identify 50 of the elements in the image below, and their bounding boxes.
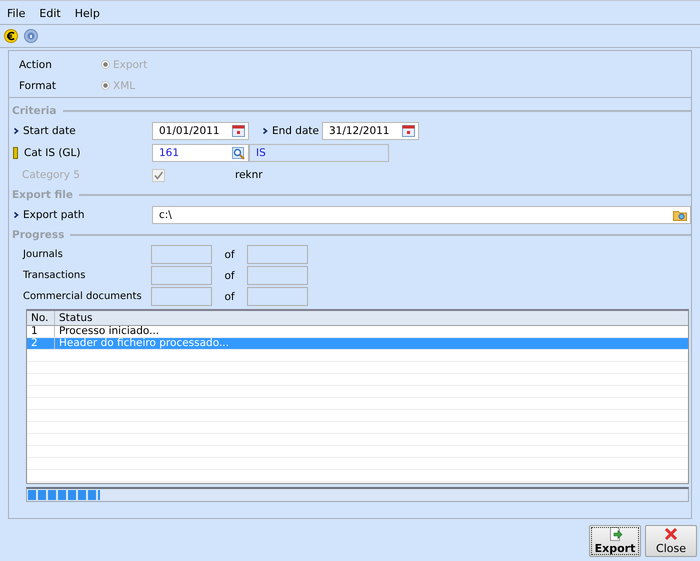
section-title: Progress xyxy=(12,229,64,241)
field-label: Category 5 xyxy=(21,169,80,181)
column-header[interactable]: Status xyxy=(55,311,688,325)
description-field: IS xyxy=(249,144,389,162)
calendar-icon[interactable] xyxy=(232,125,245,137)
field-label: Start date xyxy=(23,125,76,137)
path-field[interactable]: c:\ xyxy=(152,206,691,224)
date-field[interactable]: 01/01/2011 xyxy=(152,122,249,140)
count-field xyxy=(151,266,212,285)
field-label: Action xyxy=(18,58,53,70)
menu-item[interactable]: Help xyxy=(74,6,100,20)
lookup-field[interactable]: 161 xyxy=(152,144,249,162)
menu-item[interactable]: Edit xyxy=(39,6,61,20)
count-field xyxy=(247,287,308,306)
chevron-icon[interactable] xyxy=(262,127,268,135)
date-field[interactable]: 31/12/2011 xyxy=(322,122,419,140)
field-label: of xyxy=(223,270,236,282)
chevron-icon[interactable] xyxy=(13,211,19,219)
field-label: Journals xyxy=(22,249,64,260)
calendar-icon[interactable] xyxy=(402,125,415,137)
close-button[interactable]: Close xyxy=(645,525,697,557)
close-icon[interactable] xyxy=(664,527,678,541)
table-cell-text: Processo iniciado... xyxy=(58,326,160,337)
export-button[interactable]: Export xyxy=(589,525,641,557)
menu-item[interactable]: File xyxy=(7,6,26,20)
help-icon[interactable] xyxy=(24,29,38,43)
field-label: Cat IS (GL) xyxy=(24,147,80,159)
table-cell: 2 xyxy=(27,338,55,349)
field-label: Transactions xyxy=(22,270,86,281)
field-label: End date xyxy=(272,125,319,137)
field-label: of xyxy=(223,248,236,260)
search-icon[interactable] xyxy=(232,146,245,160)
table-cell: 1 xyxy=(27,326,55,337)
euro-icon[interactable] xyxy=(4,29,18,43)
folder-icon[interactable] xyxy=(673,209,687,221)
count-field xyxy=(247,245,308,264)
section-title: Criteria xyxy=(12,105,56,117)
field-label: of xyxy=(223,290,236,302)
table-cell-text: Header do ficheiro processado... xyxy=(58,338,230,349)
count-field xyxy=(151,287,212,306)
field-label: reknr xyxy=(235,169,263,181)
field-label: Format xyxy=(18,80,58,92)
column-header[interactable]: No. xyxy=(27,311,55,325)
count-field xyxy=(151,245,212,264)
required-marker-icon xyxy=(13,147,18,159)
count-field xyxy=(247,266,308,285)
field-label: Export path xyxy=(23,209,85,221)
chevron-icon[interactable] xyxy=(13,127,19,135)
section-title: Export file xyxy=(12,189,74,201)
field-label: Commercial documents xyxy=(22,291,143,302)
